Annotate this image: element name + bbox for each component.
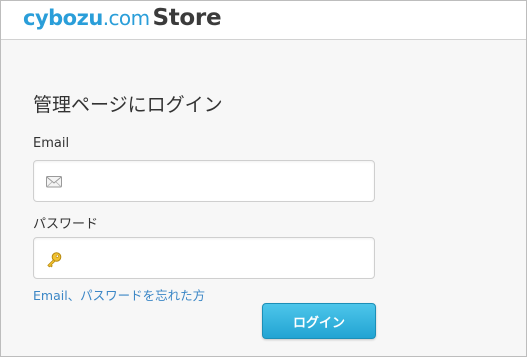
logo-tld-text: .com <box>102 6 150 30</box>
email-input[interactable] <box>72 161 367 201</box>
logo-store-text: Store <box>152 5 222 31</box>
key-icon <box>45 251 63 268</box>
email-field[interactable] <box>33 160 375 202</box>
site-header: cybozu.com Store <box>1 1 526 40</box>
password-input[interactable] <box>72 238 367 278</box>
logo-brand-text: cybozu <box>23 6 103 30</box>
page-title: 管理ページにログイン <box>33 94 223 116</box>
password-label: パスワード <box>33 217 99 232</box>
cybozu-store-logo[interactable]: cybozu.com Store <box>23 4 222 34</box>
envelope-icon <box>45 174 63 190</box>
login-button[interactable]: ログイン <box>262 303 376 339</box>
login-page: cybozu.com Store 管理ページにログイン Email パスワード E… <box>0 0 527 357</box>
email-label: Email <box>33 136 70 151</box>
forgot-credentials-link[interactable]: Email、パスワードを忘れた方 <box>33 285 205 304</box>
password-field[interactable] <box>33 237 375 279</box>
